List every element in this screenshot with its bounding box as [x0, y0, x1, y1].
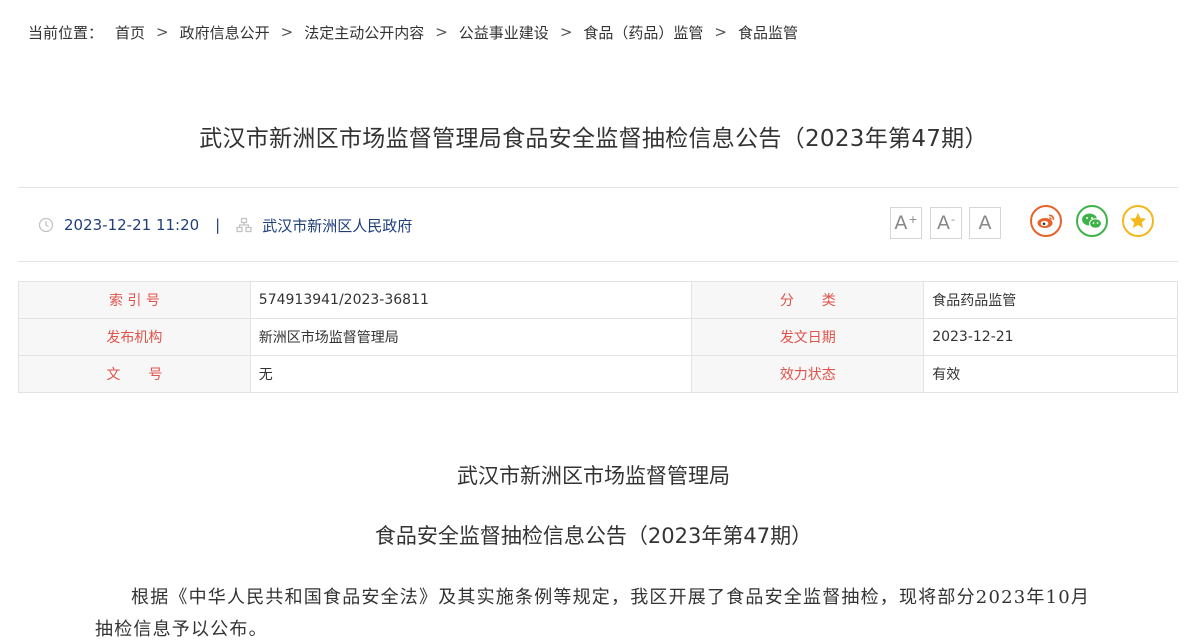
font-decrease-mark: - — [951, 212, 955, 226]
breadcrumb-separator: > — [435, 23, 448, 41]
favorite-button[interactable] — [1122, 205, 1154, 237]
breadcrumb-item-home[interactable]: 首页 — [115, 22, 145, 43]
document-heading-agency: 武汉市新洲区市场监督管理局 — [457, 464, 730, 488]
publish-source: 武汉市新洲区人民政府 — [262, 216, 413, 235]
value-document-number: 无 — [249, 355, 693, 393]
clock-icon — [38, 217, 54, 233]
article-meta: 2023-12-21 11:20 | 武汉市新洲区人民政府 — [38, 212, 412, 238]
breadcrumb-item-statutory[interactable]: 法定主动公开内容 — [304, 22, 424, 43]
weibo-share-button[interactable] — [1030, 205, 1062, 237]
breadcrumb-item-gov-info[interactable]: 政府信息公开 — [180, 22, 270, 43]
label-category: 分 类 — [691, 281, 925, 319]
value-validity-status: 有效 — [923, 355, 1178, 393]
label-index-number: 索 引 号 — [18, 281, 251, 319]
font-decrease-label: A — [937, 212, 950, 234]
wechat-icon — [1082, 213, 1102, 229]
breadcrumb-item-food[interactable]: 食品监管 — [738, 22, 798, 43]
table-row: 文 号 无 效力状态 有效 — [18, 355, 1178, 393]
value-category: 食品药品监管 — [923, 281, 1178, 319]
breadcrumb-separator: > — [280, 23, 294, 41]
label-validity-status: 效力状态 — [691, 355, 925, 393]
font-decrease-button[interactable]: A- — [930, 207, 962, 239]
breadcrumb-lead: 当前位置： — [28, 23, 104, 42]
label-issue-date: 发文日期 — [691, 318, 925, 356]
value-issue-date: 2023-12-21 — [923, 318, 1178, 356]
weibo-icon — [1037, 214, 1055, 228]
divider — [18, 187, 1178, 188]
organization-icon — [236, 217, 252, 233]
divider — [18, 261, 1178, 262]
favorite-star-icon — [1129, 212, 1147, 228]
font-increase-mark: + — [908, 212, 918, 226]
font-increase-button[interactable]: A + — [890, 207, 922, 239]
breadcrumb-separator: > — [714, 23, 727, 41]
table-row: 发布机构 新洲区市场监督管理局 发文日期 2023-12-21 — [18, 318, 1178, 356]
breadcrumb-item-public-welfare[interactable]: 公益事业建设 — [459, 22, 549, 43]
font-reset-button[interactable]: A — [969, 207, 1001, 239]
breadcrumb: 当前位置： 首页 > 政府信息公开 > 法定主动公开内容 > 公益事业建设 > … — [28, 21, 798, 43]
table-row: 索 引 号 574913941/2023-36811 分 类 食品药品监管 — [18, 281, 1178, 319]
breadcrumb-item-food-drug[interactable]: 食品（药品）监管 — [583, 22, 703, 43]
document-heading-title: 食品安全监督抽检信息公告（2023年第47期） — [374, 524, 813, 548]
document-paragraph: 根据《中华人民共和国食品安全法》及其实施条例等规定，我区开展了食品安全监督抽检，… — [95, 587, 1091, 640]
font-reset-label: A — [978, 212, 992, 234]
meta-divider: | — [215, 216, 221, 234]
value-publisher: 新洲区市场监督管理局 — [249, 318, 693, 356]
label-publisher: 发布机构 — [18, 318, 251, 356]
label-document-number: 文 号 — [18, 355, 251, 393]
font-increase-label: A — [894, 212, 908, 234]
breadcrumb-separator: > — [156, 23, 169, 41]
value-index-number: 574913941/2023-36811 — [249, 281, 693, 319]
document-info-table: 索 引 号 574913941/2023-36811 分 类 食品药品监管 发布… — [18, 281, 1178, 393]
page-title: 武汉市新洲区市场监督管理局食品安全监督抽检信息公告（2023年第47期） — [199, 126, 988, 152]
wechat-share-button[interactable] — [1076, 205, 1108, 237]
breadcrumb-separator: > — [559, 23, 573, 41]
publish-datetime: 2023-12-21 11:20 — [64, 216, 200, 234]
